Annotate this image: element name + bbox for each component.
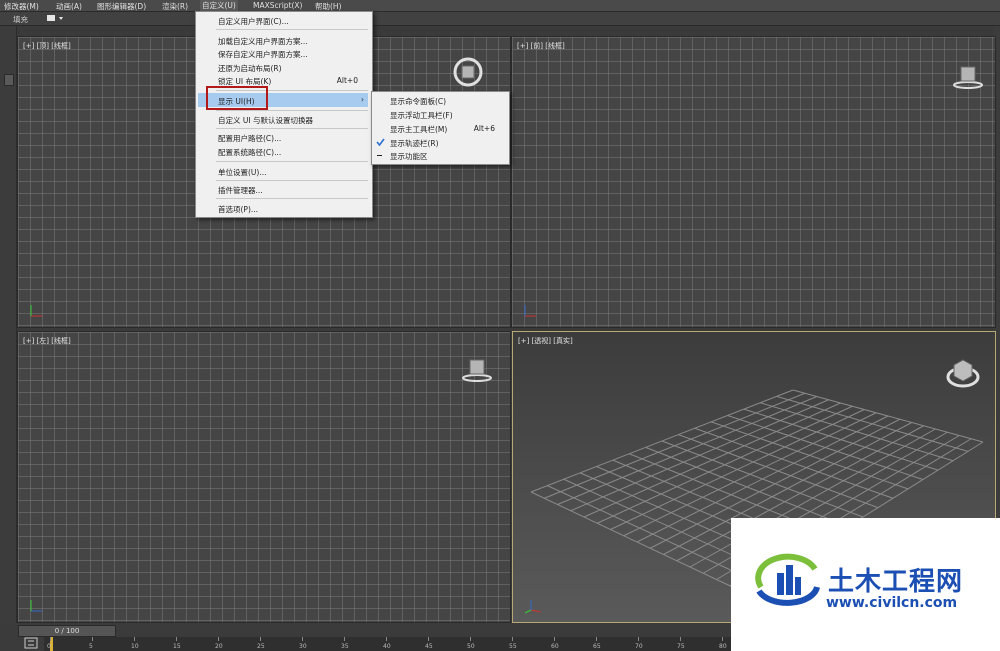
- ruler-tick: [722, 637, 723, 641]
- ruler-tick-label: 70: [635, 643, 643, 650]
- ribbon-toolbar: 填充: [0, 12, 1000, 26]
- ruler-tick-label: 55: [509, 643, 517, 650]
- ruler-tick-label: 15: [173, 643, 181, 650]
- camera-dropdown-icon[interactable]: [46, 14, 66, 24]
- submenu-item-command-panel[interactable]: 显示命令面板(C): [390, 96, 446, 107]
- ruler-tick-label: 65: [593, 643, 601, 650]
- menu-modifiers[interactable]: 修改器(M): [4, 1, 39, 12]
- menu-item-plugin-manager[interactable]: 插件管理器...: [218, 185, 263, 196]
- submenu-item-main-toolbar[interactable]: 显示主工具栏(M): [390, 124, 447, 135]
- red-highlight-box: [206, 86, 268, 110]
- ruler-tick-label: 60: [551, 643, 559, 650]
- menu-item-preferences[interactable]: 首选项(P)...: [218, 204, 258, 215]
- viewport-front[interactable]: [+] [前] [线框]: [511, 36, 996, 328]
- menu-item-units-setup[interactable]: 单位设置(U)...: [218, 167, 267, 178]
- track-view-icon[interactable]: [24, 637, 38, 649]
- watermark: 土木工程网 www.civilcn.com: [731, 518, 1000, 651]
- ruler-tick: [260, 637, 261, 641]
- menu-item-revert-layout[interactable]: 还原为启动布局(R): [218, 63, 282, 74]
- track-bar-ruler[interactable]: 0 5 10 15 20 25 30 35 40 45 50 55 60 65 70 75 80: [44, 637, 734, 651]
- fill-label[interactable]: 填充: [13, 14, 28, 25]
- viewcube-icon[interactable]: [453, 57, 483, 87]
- viewport-left[interactable]: [+] [左] [线框]: [17, 331, 511, 623]
- menu-bar: 修改器(M) 动画(A) 图形编辑器(D) 渲染(R) 自定义(U) MAXSc…: [0, 0, 1000, 12]
- menu-separator: [216, 198, 368, 199]
- dash-icon: [377, 155, 382, 156]
- ruler-tick-label: 10: [131, 643, 139, 650]
- customize-menu: 自定义用户界面(C)... 加载自定义用户界面方案... 保存自定义用户界面方案…: [195, 11, 373, 218]
- ruler-tick: [218, 637, 219, 641]
- axis-gizmo-icon: [522, 303, 538, 319]
- menu-separator: [216, 110, 368, 111]
- menu-item-load-ui-scheme[interactable]: 加载自定义用户界面方案...: [218, 36, 308, 47]
- ruler-tick: [176, 637, 177, 641]
- viewcube-icon[interactable]: [952, 63, 983, 89]
- menu-item-customize-ui[interactable]: 自定义用户界面(C)...: [218, 16, 289, 27]
- viewport-label-top[interactable]: [+] [顶] [线框]: [23, 41, 71, 51]
- menu-customize[interactable]: 自定义(U): [200, 0, 238, 11]
- menu-item-save-ui-scheme[interactable]: 保存自定义用户界面方案...: [218, 49, 308, 60]
- menu-item-system-paths[interactable]: 配置系统路径(C)...: [218, 147, 281, 158]
- left-side-strip: [0, 26, 17, 623]
- civilcn-logo-icon: [753, 551, 823, 615]
- menu-separator: [216, 161, 368, 162]
- ruler-tick: [512, 637, 513, 641]
- menu-graph-editors[interactable]: 图形编辑器(D): [97, 1, 146, 12]
- axis-gizmo-icon: [28, 303, 44, 319]
- ruler-tick: [302, 637, 303, 641]
- ruler-tick-label: 35: [341, 643, 349, 650]
- ruler-tick-label: 30: [299, 643, 307, 650]
- shortcut-main-toolbar: Alt+6: [473, 124, 495, 133]
- ruler-tick: [386, 637, 387, 641]
- time-slider[interactable]: 0 / 100: [18, 625, 116, 637]
- ruler-tick: [344, 637, 345, 641]
- submenu-arrow-icon: ›: [361, 95, 364, 104]
- menu-rendering[interactable]: 渲染(R): [162, 1, 188, 12]
- panel-toggle-icon[interactable]: [4, 74, 14, 86]
- viewcube-icon[interactable]: [946, 356, 980, 390]
- menu-item-ui-switcher[interactable]: 自定义 UI 与默认设置切换器: [218, 115, 313, 126]
- menu-separator: [216, 128, 368, 129]
- submenu-item-track-bar[interactable]: 显示轨迹栏(R): [390, 138, 439, 149]
- menu-maxscript[interactable]: MAXScript(X): [253, 1, 302, 10]
- ruler-tick-label: 45: [425, 643, 433, 650]
- ruler-tick: [596, 637, 597, 641]
- ruler-tick-label: 5: [89, 643, 93, 650]
- menu-separator: [216, 29, 368, 30]
- ruler-tick-label: 50: [467, 643, 475, 650]
- ruler-tick: [554, 637, 555, 641]
- show-ui-submenu: 显示命令面板(C) 显示浮动工具栏(F) 显示主工具栏(M) Alt+6 显示轨…: [371, 91, 510, 165]
- viewport-label-left[interactable]: [+] [左] [线框]: [23, 336, 71, 346]
- ruler-tick: [470, 637, 471, 641]
- viewport-label-front[interactable]: [+] [前] [线框]: [517, 41, 565, 51]
- menu-item-user-paths[interactable]: 配置用户路径(C)...: [218, 133, 281, 144]
- ruler-tick-label: 80: [719, 643, 727, 650]
- submenu-item-floating-toolbars[interactable]: 显示浮动工具栏(F): [390, 110, 453, 121]
- ruler-tick: [638, 637, 639, 641]
- ruler-tick: [680, 637, 681, 641]
- ruler-tick-label: 25: [257, 643, 265, 650]
- menu-separator: [216, 180, 368, 181]
- menu-animation[interactable]: 动画(A): [56, 1, 82, 12]
- axis-gizmo-icon: [28, 598, 44, 614]
- ruler-tick-label: 75: [677, 643, 685, 650]
- submenu-item-ribbon[interactable]: 显示功能区: [390, 151, 428, 162]
- ruler-tick: [92, 637, 93, 641]
- viewcube-icon[interactable]: [461, 356, 492, 382]
- axis-gizmo-icon: [523, 598, 542, 614]
- watermark-title: 土木工程网: [828, 567, 964, 597]
- ruler-tick-label: 20: [215, 643, 223, 650]
- ruler-tick-label: 0: [47, 643, 51, 650]
- ruler-tick-label: 40: [383, 643, 391, 650]
- ruler-tick: [134, 637, 135, 641]
- watermark-url: www.civilcn.com: [826, 595, 958, 611]
- shortcut-lock-ui: Alt+0: [336, 76, 358, 85]
- checkmark-icon: [376, 138, 385, 148]
- ruler-tick: [428, 637, 429, 641]
- ruler-tick: [50, 637, 51, 641]
